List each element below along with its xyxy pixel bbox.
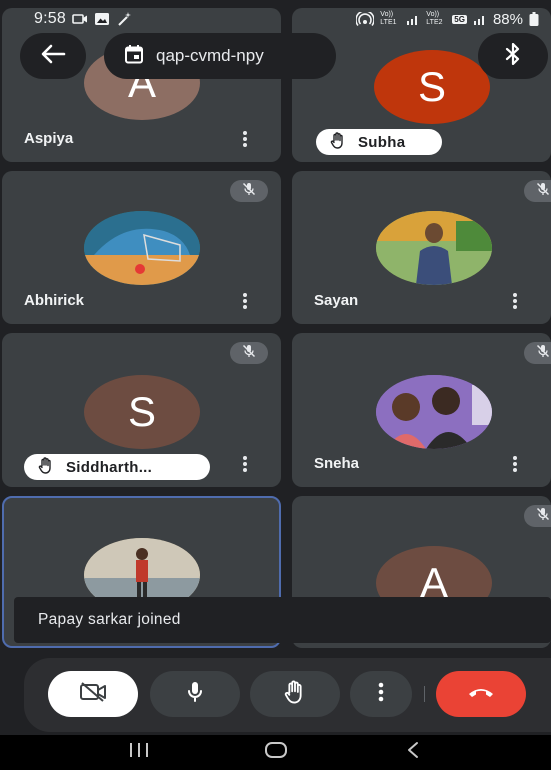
tile-more-button[interactable] [237, 128, 253, 150]
signal-1-icon [406, 13, 420, 25]
home-button[interactable] [246, 738, 306, 768]
arrow-left-icon [40, 44, 66, 69]
carrier-2-label: Vo)) LTE2 [426, 11, 443, 26]
meeting-info-button[interactable]: qap-cvmd-npy [104, 33, 336, 79]
mic-off-icon [536, 344, 550, 363]
participant-name: Abhirick [24, 292, 85, 309]
participant-tile[interactable]: S Siddharth... [2, 333, 281, 487]
participant-name: Subha [358, 133, 406, 151]
controls-divider [424, 686, 425, 702]
gallery-status-icon [94, 12, 110, 26]
hotspot-status-icon [356, 12, 375, 26]
participant-name: Sayan [314, 292, 359, 309]
participant-avatar: S [84, 375, 200, 449]
recents-button[interactable] [109, 738, 169, 768]
video-call-status-icon [72, 13, 88, 25]
call-end-icon [467, 685, 495, 704]
back-button[interactable] [20, 33, 86, 79]
avatar-initial: S [417, 63, 446, 110]
camera-toggle-button[interactable] [48, 671, 138, 717]
mic-off-icon [536, 182, 550, 201]
raise-hand-button[interactable] [250, 671, 340, 717]
meeting-code: qap-cvmd-npy [156, 46, 264, 65]
system-nav-bar [0, 735, 551, 770]
battery-percent: 88% [492, 10, 523, 28]
participant-tile[interactable]: Abhirick [2, 171, 281, 324]
raise-hand-icon [283, 680, 307, 709]
status-bar: 9:58 Vo)) LTE1 Vo)) LTE2 5G 88% [0, 0, 551, 38]
camera-off-icon [79, 681, 107, 707]
muted-indicator [230, 180, 268, 202]
magic-wand-status-icon [116, 11, 132, 27]
join-toast: Papay sarkar joined [14, 597, 551, 643]
audio-output-button[interactable] [478, 33, 548, 79]
raised-hand-badge: Siddharth... [24, 454, 210, 480]
participant-tile[interactable]: Sneha [292, 333, 551, 487]
battery-icon [529, 12, 539, 26]
tile-more-button[interactable] [237, 290, 253, 312]
more-options-button[interactable] [350, 671, 412, 717]
call-controls-bar [24, 658, 551, 732]
participant-name: Siddharth... [66, 458, 153, 476]
microphone-button[interactable] [150, 671, 240, 717]
participant-name: Aspiya [24, 130, 74, 147]
toast-message: Papay sarkar joined [38, 611, 181, 628]
signal-2-icon [473, 13, 487, 25]
avatar-initial: S [127, 388, 156, 435]
participant-photo [84, 211, 200, 285]
bluetooth-icon [505, 42, 521, 70]
tile-more-button[interactable] [507, 290, 523, 312]
participant-photo [376, 211, 492, 285]
home-icon [264, 741, 288, 764]
raised-hand-badge: Subha [316, 129, 442, 155]
status-time: 9:58 [34, 10, 66, 27]
muted-indicator [524, 505, 551, 527]
mic-off-icon [242, 182, 256, 201]
hand-icon [330, 131, 346, 153]
muted-indicator [524, 180, 551, 202]
calendar-icon [124, 44, 144, 69]
participant-tile[interactable]: Sayan [292, 171, 551, 324]
participant-photo [376, 375, 492, 449]
back-icon [406, 741, 420, 764]
network-type-label: 5G [452, 14, 467, 24]
tile-more-button[interactable] [507, 453, 523, 475]
mic-off-icon [242, 344, 256, 363]
muted-indicator [524, 342, 551, 364]
recents-icon [128, 742, 150, 763]
muted-indicator [230, 342, 268, 364]
participant-name: Sneha [314, 455, 360, 472]
back-nav-button[interactable] [383, 738, 443, 768]
carrier-1-label: Vo)) LTE1 [380, 11, 397, 26]
participant-avatar: S [374, 50, 490, 124]
end-call-button[interactable] [436, 671, 526, 717]
mic-off-icon [536, 507, 550, 526]
mic-icon [187, 681, 203, 708]
tile-more-button[interactable] [237, 453, 253, 475]
hand-icon [38, 456, 54, 478]
more-vert-icon [378, 682, 384, 707]
